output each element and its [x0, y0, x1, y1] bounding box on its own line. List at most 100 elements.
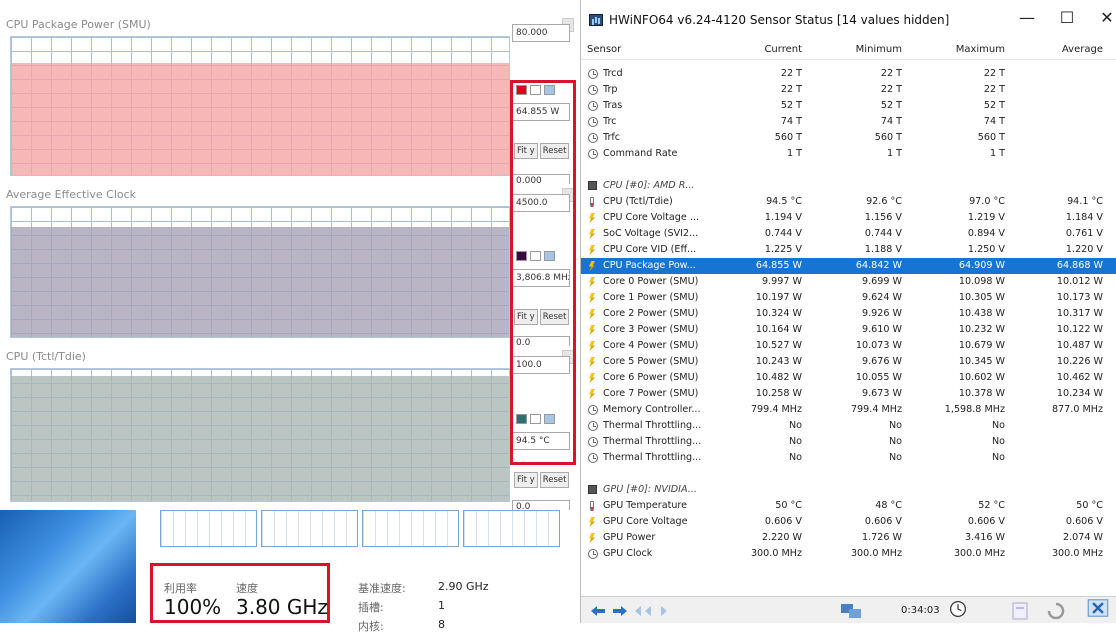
sensor-row[interactable]: Trc 74 T 74 T 74 T: [581, 114, 1116, 130]
maximize-button[interactable]: ☐: [1053, 8, 1081, 27]
sensor-average: 1.184 V: [1065, 212, 1103, 223]
sensor-group-header[interactable]: GPU [#0]: NVIDIA...: [581, 482, 1116, 498]
sensor-row[interactable]: GPU Core Voltage 0.606 V 0.606 V 0.606 V 0.6…: [581, 514, 1116, 530]
lightning-icon: [589, 373, 595, 383]
nav-arrows-secondary-icon[interactable]: [633, 602, 669, 620]
sensor-maximum: 52 T: [983, 100, 1005, 111]
sensor-minimum: 92.6 °C: [866, 196, 902, 207]
sensor-minimum: 74 T: [880, 116, 902, 127]
sensor-row[interactable]: Trcd 22 T 22 T 22 T: [581, 66, 1116, 82]
sensor-row[interactable]: CPU Package Pow... 64.855 W 64.842 W 64.909…: [581, 258, 1116, 274]
nav-arrows-icon[interactable]: [589, 602, 629, 620]
fit-y-button[interactable]: Fit y: [514, 472, 538, 489]
sensor-average: 10.317 W: [1056, 308, 1103, 319]
close-sensors-icon[interactable]: [1085, 599, 1111, 617]
minimize-button[interactable]: —: [1013, 8, 1041, 27]
sensor-minimum: No: [888, 452, 902, 463]
graph-window: CPU Package Power (SMU) 80.000 64.855 W Fit…: [0, 14, 578, 186]
sensor-current: 50 °C: [775, 500, 802, 511]
graph-max-field[interactable]: 80.000: [512, 24, 570, 42]
lightning-icon: [589, 213, 595, 223]
sensor-row-spacer[interactable]: [581, 466, 1116, 482]
sensor-current: 9.997 W: [761, 276, 802, 287]
sensor-row[interactable]: Core 2 Power (SMU) 10.324 W 9.926 W 10.438 …: [581, 306, 1116, 322]
status-bar: 0:34:03: [581, 596, 1116, 623]
sensor-row[interactable]: Core 0 Power (SMU) 9.997 W 9.699 W 10.098 W…: [581, 274, 1116, 290]
sensor-row[interactable]: GPU Power 2.220 W 1.726 W 3.416 W 2.074 W: [581, 530, 1116, 546]
col-minimum[interactable]: Minimum: [802, 44, 902, 55]
sensor-row[interactable]: Core 5 Power (SMU) 10.243 W 9.676 W 10.345 …: [581, 354, 1116, 370]
sensor-row[interactable]: Trp 22 T 22 T 22 T: [581, 82, 1116, 98]
sensor-row[interactable]: Thermal Throttling... No No No: [581, 434, 1116, 450]
sensor-list[interactable]: Trcd 22 T 22 T 22 T Trp 22 T 22 T 22 T Tras 52 T 5…: [581, 66, 1116, 562]
highlight-speed: [150, 563, 330, 623]
title-bar[interactable]: HWiNFO64 v6.24-4120 Sensor Status [14 va…: [581, 0, 1116, 38]
sensor-name: Core 6 Power (SMU): [603, 372, 699, 383]
close-button[interactable]: ✕: [1093, 8, 1116, 27]
sensor-maximum: 74 T: [983, 116, 1005, 127]
sensor-current: 10.197 W: [755, 292, 802, 303]
sensor-current: 74 T: [780, 116, 802, 127]
sensor-maximum: 10.345 W: [958, 356, 1005, 367]
col-current[interactable]: Current: [701, 44, 802, 55]
sensor-row[interactable]: CPU Core VID (Eff... 1.225 V 1.188 V 1.250 …: [581, 242, 1116, 258]
sensor-current: 10.258 W: [755, 388, 802, 399]
sensor-group-header[interactable]: CPU [#0]: AMD R...: [581, 178, 1116, 194]
sensor-current: 10.324 W: [755, 308, 802, 319]
network-icon[interactable]: [839, 602, 865, 620]
cores-value: 8: [438, 618, 445, 631]
sensor-row[interactable]: Memory Controller... 799.4 MHz 799.4 MHz 1,…: [581, 402, 1116, 418]
sensor-row[interactable]: Thermal Throttling... No No No: [581, 418, 1116, 434]
sensor-current: 0.606 V: [764, 516, 802, 527]
reset-icon[interactable]: [1045, 602, 1067, 620]
sensor-row[interactable]: SoC Voltage (SVI2... 0.744 V 0.744 V 0.894 …: [581, 226, 1116, 242]
sensor-row[interactable]: CPU (Tctl/Tdie) 94.5 °C 92.6 °C 97.0 °C 94.1…: [581, 194, 1116, 210]
sensor-current: 560 T: [774, 132, 802, 143]
sensor-row[interactable]: Trfc 560 T 560 T 560 T: [581, 130, 1116, 146]
desktop-wallpaper: [0, 510, 136, 623]
graph-plot: [10, 36, 510, 176]
thermometer-icon: [590, 501, 594, 511]
sensor-minimum: 799.4 MHz: [850, 404, 902, 415]
sensor-row[interactable]: Core 1 Power (SMU) 10.197 W 9.624 W 10.305 …: [581, 290, 1116, 306]
sensor-average: 10.462 W: [1056, 372, 1103, 383]
sensor-average: 10.487 W: [1056, 340, 1103, 351]
reset-button[interactable]: Reset: [539, 472, 570, 489]
sensor-name: Core 4 Power (SMU): [603, 340, 699, 351]
sensor-average: 2.074 W: [1062, 532, 1103, 543]
sensor-maximum: 300.0 MHz: [953, 548, 1005, 559]
sensor-minimum: 9.926 W: [861, 308, 902, 319]
sensor-row[interactable]: Core 6 Power (SMU) 10.482 W 10.055 W 10.602…: [581, 370, 1116, 386]
sensor-row[interactable]: GPU Clock 300.0 MHz 300.0 MHz 300.0 MHz 300.…: [581, 546, 1116, 562]
sensor-name: CPU [#0]: AMD R...: [603, 180, 695, 191]
sensor-row[interactable]: Command Rate 1 T 1 T 1 T: [581, 146, 1116, 162]
col-maximum[interactable]: Maximum: [902, 44, 1005, 55]
sensor-name: GPU Power: [603, 532, 656, 543]
sensor-name: Memory Controller...: [603, 404, 701, 415]
report-icon[interactable]: [1011, 602, 1029, 620]
chip-icon: [588, 485, 597, 494]
sensor-row[interactable]: Thermal Throttling... No No No: [581, 450, 1116, 466]
sensor-minimum: 10.073 W: [855, 340, 902, 351]
sensor-row[interactable]: Core 7 Power (SMU) 10.258 W 9.673 W 10.378 …: [581, 386, 1116, 402]
sensor-row[interactable]: CPU Core Voltage ... 1.194 V 1.156 V 1.219 …: [581, 210, 1116, 226]
graph-plot: [10, 206, 510, 338]
sensor-maximum: 10.378 W: [958, 388, 1005, 399]
sensor-row[interactable]: Core 3 Power (SMU) 10.164 W 9.610 W 10.232 …: [581, 322, 1116, 338]
sensor-row[interactable]: GPU Temperature 50 °C 48 °C 52 °C 50 °C: [581, 498, 1116, 514]
sensor-current: 1.225 V: [764, 244, 802, 255]
sensor-minimum: 0.606 V: [864, 516, 902, 527]
clock-icon[interactable]: [947, 600, 969, 618]
sensor-average: 10.234 W: [1056, 388, 1103, 399]
sensor-row[interactable]: Tras 52 T 52 T 52 T: [581, 98, 1116, 114]
sensor-minimum: 52 T: [880, 100, 902, 111]
elapsed-time: 0:34:03: [901, 605, 940, 616]
sensor-row-spacer[interactable]: [581, 162, 1116, 178]
col-average[interactable]: Average: [1005, 44, 1103, 55]
col-sensor[interactable]: Sensor: [587, 44, 621, 55]
sensor-row[interactable]: Core 4 Power (SMU) 10.527 W 10.073 W 10.679…: [581, 338, 1116, 354]
sensor-current: No: [788, 436, 802, 447]
graph-plot: [10, 368, 510, 502]
hwinfo-app-icon: [589, 14, 603, 26]
graph-title: Average Effective Clock: [6, 188, 137, 201]
